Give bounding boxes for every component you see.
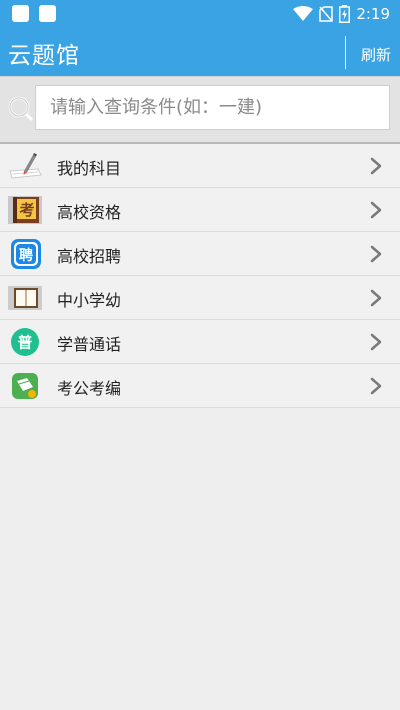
open-book-icon	[4, 283, 46, 313]
chevron-right-icon	[370, 289, 382, 307]
list-item-civil-exam[interactable]: 考公考编	[0, 364, 400, 408]
app-title: 云题馆	[8, 43, 80, 69]
status-bar: 2:19	[0, 0, 400, 28]
chevron-right-icon	[370, 157, 382, 175]
status-time: 2:19	[356, 5, 390, 23]
mandarin-badge-icon: 普	[8, 327, 42, 357]
category-list: 我的科目 考 高校资格 聘 高校招聘 中小学幼 普 学普通话 考公考编	[0, 144, 400, 408]
list-item-label: 高校招聘	[57, 247, 122, 266]
chevron-right-icon	[370, 377, 382, 395]
list-item-university-qualification[interactable]: 考 高校资格	[0, 188, 400, 232]
chevron-right-icon	[370, 245, 382, 263]
list-item-label: 考公考编	[57, 379, 122, 398]
battery-charging-icon	[339, 5, 351, 23]
notification-icon	[12, 5, 29, 22]
search-input[interactable]	[35, 85, 390, 130]
recruit-badge-icon: 聘	[8, 239, 42, 269]
list-item-university-recruitment[interactable]: 聘 高校招聘	[0, 232, 400, 276]
notification-icon	[39, 5, 56, 22]
exam-icon-glyph: 考	[19, 201, 34, 219]
list-item-mandarin[interactable]: 普 学普通话	[0, 320, 400, 364]
civil-exam-icon	[8, 371, 42, 401]
list-item-label: 我的科目	[57, 159, 122, 178]
wifi-icon	[293, 6, 314, 21]
chevron-right-icon	[370, 333, 382, 351]
app-bar: 云题馆 刷新	[0, 28, 400, 76]
recruit-icon-glyph: 聘	[19, 247, 33, 264]
refresh-button[interactable]: 刷新	[361, 44, 391, 65]
no-sim-icon	[319, 6, 334, 22]
list-item-my-subjects[interactable]: 我的科目	[0, 144, 400, 188]
chevron-right-icon	[370, 201, 382, 219]
notification-icons	[12, 5, 56, 22]
list-item-label: 学普通话	[57, 335, 122, 354]
pencil-paper-icon	[8, 151, 42, 181]
search-bar	[0, 76, 400, 143]
list-item-label: 高校资格	[57, 203, 122, 222]
app-bar-divider	[345, 36, 346, 69]
mandarin-icon-glyph: 普	[17, 334, 32, 352]
search-icon[interactable]	[7, 95, 33, 121]
list-item-label: 中小学幼	[57, 291, 122, 310]
exam-book-icon: 考	[4, 195, 46, 225]
list-item-k12[interactable]: 中小学幼	[0, 276, 400, 320]
